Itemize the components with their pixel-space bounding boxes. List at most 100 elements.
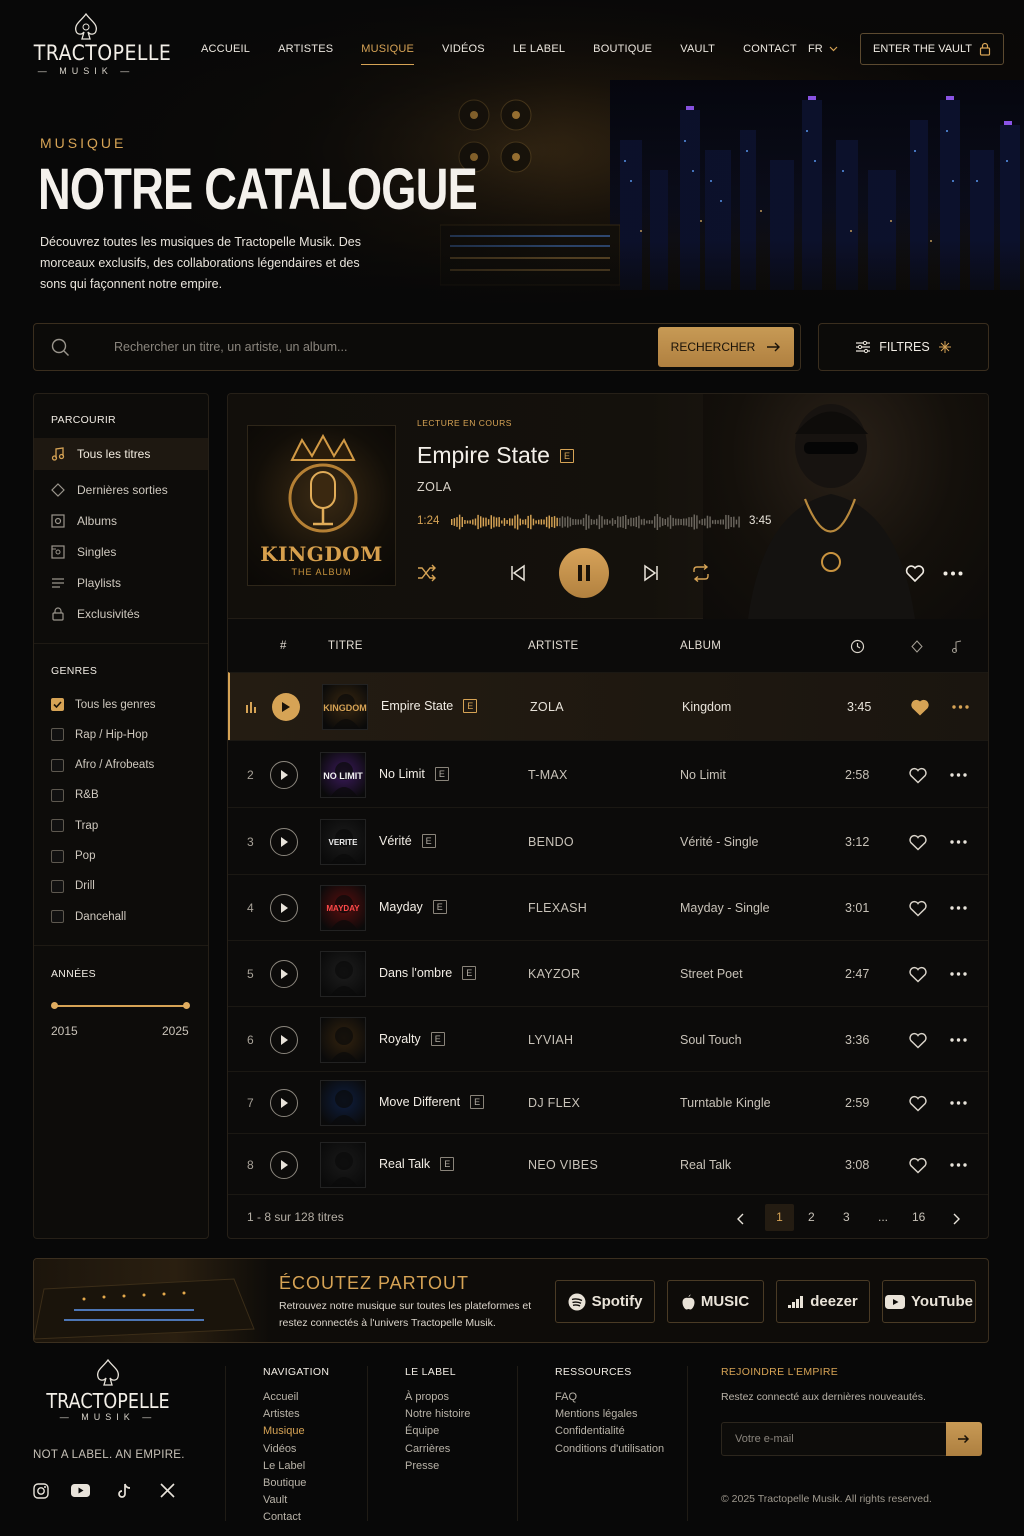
track-album[interactable]: Street Poet [680,967,743,981]
footer-link[interactable]: À propos [405,1391,449,1403]
pause-button[interactable] [559,548,609,598]
footer-link[interactable]: Notre histoire [405,1408,470,1420]
more-options-icon[interactable] [950,972,967,976]
enter-vault-button[interactable]: ENTER THE VAULT [860,33,1004,65]
page-1[interactable]: 1 [765,1204,794,1231]
footer-link[interactable]: Vidéos [263,1443,296,1455]
footer-link[interactable]: Carrières [405,1443,450,1455]
play-button[interactable] [270,960,298,988]
sidebar-item-albums[interactable]: Albums [34,505,208,537]
track-title[interactable]: No Limit E [379,766,449,781]
previous-track-icon[interactable] [510,564,526,582]
next-track-icon[interactable] [643,564,659,582]
play-button[interactable] [270,827,298,856]
table-row[interactable]: KINGDOM Empire State E ZOLA Kingdom 3:45 [228,672,988,740]
genre-checkbox[interactable]: Drill [51,879,95,893]
sidebar-item-singles[interactable]: Singles [34,536,208,568]
apple-music-button[interactable]: MUSIC [667,1280,764,1323]
genre-checkbox[interactable]: Afro / Afrobeats [51,758,154,772]
nav-artistes[interactable]: ARTISTES [278,43,333,63]
genre-checkbox[interactable]: Tous les genres [51,698,156,711]
page-2[interactable]: 2 [808,1210,815,1224]
track-title[interactable]: Royalty E [379,1031,445,1046]
shuffle-icon[interactable] [417,564,437,582]
heart-icon[interactable] [908,1032,928,1049]
more-options-icon[interactable] [950,839,967,844]
play-button[interactable] [270,760,298,789]
table-row[interactable]: 4 MAYDAY Mayday E FLEXASH Mayday - Single 3:01 [228,874,988,940]
footer-link[interactable]: Artistes [263,1408,300,1420]
footer-logo[interactable]: TRACTOPELLE — MUSIK — [33,1358,183,1422]
filters-button[interactable]: FILTRES [818,323,989,371]
more-options-icon[interactable] [952,705,969,709]
nav-boutique[interactable]: BOUTIQUE [593,43,652,63]
genre-checkbox[interactable]: Rap / Hip-Hop [51,728,148,742]
table-row[interactable]: 7 Move Different E DJ FLEX Turntable Kingle 2… [228,1071,988,1133]
nav-musique[interactable]: MUSIQUE [361,43,414,65]
track-artist[interactable]: NEO VIBES [528,1158,598,1172]
col-title[interactable]: TITRE [328,640,363,652]
track-title[interactable]: Move Different E [379,1095,485,1109]
sidebar-item-playlists[interactable]: Playlists [34,567,208,599]
heart-icon[interactable] [908,834,928,851]
genre-checkbox[interactable]: Pop [51,849,95,863]
footer-link[interactable]: Mentions légales [555,1408,638,1420]
footer-link[interactable]: Boutique [263,1477,306,1489]
track-album[interactable]: No Limit [680,768,726,782]
sidebar-item-dernieres-sorties[interactable]: Dernières sorties [34,474,208,506]
search-input[interactable]: Rechercher un titre, un artiste, un albu… [114,340,347,354]
track-artist[interactable]: T-MAX [528,768,568,782]
more-options-icon[interactable] [950,1037,967,1042]
deezer-button[interactable]: deezer [776,1280,870,1323]
sidebar-item-exclusivites[interactable]: Exclusivités [34,598,208,630]
subscribe-button[interactable] [946,1422,982,1456]
x-icon[interactable] [160,1483,175,1498]
email-field[interactable]: Votre e-mail [721,1422,982,1456]
genre-checkbox[interactable]: Dancehall [51,910,126,924]
track-album[interactable]: Turntable Kingle [680,1096,771,1110]
youtube-icon[interactable] [71,1483,90,1498]
more-options-icon[interactable] [950,1101,967,1105]
footer-link[interactable]: FAQ [555,1391,577,1403]
footer-link[interactable]: Équipe [405,1425,439,1437]
table-row[interactable]: 3 VERITE Vérité E BENDO Vérité - Single 3:12 [228,807,988,874]
youtube-button[interactable]: YouTube [882,1280,976,1323]
brand-logo[interactable]: TRACTOPELLE — MUSIK — [28,12,171,77]
col-artist[interactable]: ARTISTE [528,640,578,652]
checkbox-unchecked[interactable] [51,910,64,924]
track-album[interactable]: Vérité - Single [680,835,759,849]
table-row[interactable]: 6 Royalty E LYVIAH Soul Touch 3:36 [228,1006,988,1071]
footer-link[interactable]: Accueil [263,1391,298,1403]
checkbox-unchecked[interactable] [51,758,64,772]
heart-icon[interactable] [908,900,928,917]
track-artist[interactable]: ZOLA [530,700,564,714]
nav-vid-os[interactable]: VIDÉOS [442,43,485,63]
track-album[interactable]: Real Talk [680,1158,731,1172]
track-title[interactable]: Dans l'ombre E [379,966,477,980]
heart-icon[interactable] [910,699,930,716]
footer-link[interactable]: Conditions d'utilisation [555,1443,664,1455]
more-options-icon[interactable] [950,1162,967,1167]
play-button[interactable] [270,1150,298,1179]
play-button[interactable] [270,894,298,922]
footer-link[interactable]: Musique [263,1425,305,1437]
search-button[interactable]: RECHERCHER [658,327,794,367]
track-artist[interactable]: KAYZOR [528,967,580,981]
heart-icon[interactable] [908,767,928,784]
play-button[interactable] [270,1025,298,1054]
tiktok-icon[interactable] [117,1483,132,1499]
track-artist[interactable]: DJ FLEX [528,1096,580,1110]
track-artist[interactable]: BENDO [528,835,574,849]
table-row[interactable]: 8 Real Talk E NEO VIBES Real Talk 3:08 [228,1133,988,1194]
more-options-icon[interactable] [950,772,967,777]
sidebar-item-tous-les-titres[interactable]: Tous les titres [34,438,208,470]
heart-icon[interactable] [908,966,928,983]
track-title[interactable]: Vérité E [379,833,436,848]
nav-vault[interactable]: VAULT [680,43,715,63]
nav-accueil[interactable]: ACCUEIL [201,43,250,63]
track-artist[interactable]: FLEXASH [528,901,587,915]
table-row[interactable]: 5 Dans l'ombre E KAYZOR Street Poet 2:47 [228,940,988,1006]
language-selector[interactable]: FR [808,43,838,55]
track-artist[interactable]: LYVIAH [528,1033,573,1047]
more-options-icon[interactable] [943,571,963,576]
